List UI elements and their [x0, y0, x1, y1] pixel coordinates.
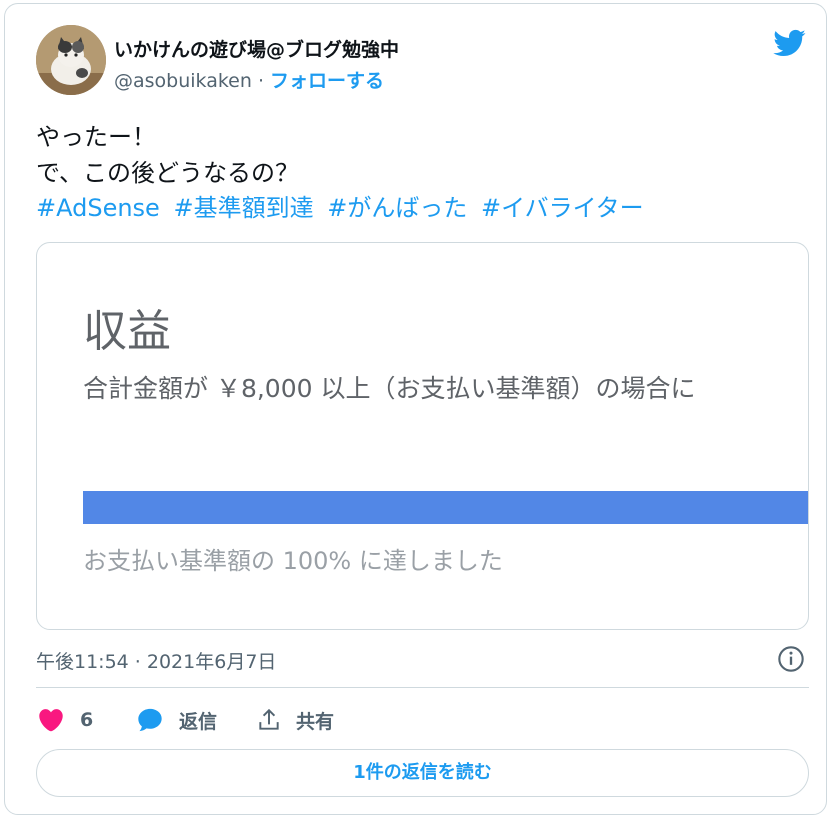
like-count: 6 — [80, 709, 94, 731]
share-button[interactable]: 共有 — [256, 704, 334, 736]
payment-progress-fill — [83, 491, 808, 524]
info-icon[interactable] — [777, 645, 805, 673]
author-display-name[interactable]: いかけんの遊び場@ブログ勉強中 — [114, 35, 399, 62]
avatar[interactable] — [36, 25, 106, 95]
like-button[interactable]: 6 — [36, 704, 93, 736]
divider — [36, 687, 809, 688]
reply-button[interactable]: 返信 — [135, 704, 217, 736]
tweet-timestamp[interactable]: 午後11:54 · 2021年6月7日 — [36, 647, 276, 674]
attached-screenshot[interactable]: 収益 合計金額が ￥8,000 以上（お支払い基準額）の場合に お支払い基準額の… — [36, 242, 809, 630]
hashtag-link[interactable]: #AdSense — [36, 194, 160, 222]
follow-link[interactable]: フォローする — [270, 70, 384, 92]
tweet-text: やったー！ で、この後どうなるの？ — [36, 119, 299, 191]
cat-avatar-image — [36, 25, 106, 95]
tweet-card: いかけんの遊び場@ブログ勉強中 @asobuikaken · フォローする やっ… — [4, 3, 827, 815]
tweet-text-line: やったー！ — [36, 123, 156, 151]
hashtag-link[interactable]: #がんばった — [327, 194, 467, 222]
author-handle-row: @asobuikaken · フォローする — [114, 66, 384, 93]
hashtag-row: #AdSense #基準額到達 #がんばった #イバライター — [36, 191, 650, 225]
revenue-subtitle: 合計金額が ￥8,000 以上（お支払い基準額）の場合に — [83, 374, 696, 403]
share-label: 共有 — [296, 710, 335, 733]
reply-label: 返信 — [179, 710, 218, 733]
progress-status-text: お支払い基準額の 100% に達しました — [83, 547, 503, 575]
heart-icon — [39, 709, 63, 732]
hashtag-link[interactable]: #イバライター — [481, 194, 644, 222]
revenue-title: 収益 — [83, 306, 171, 357]
handle-separator: · — [251, 70, 271, 92]
speech-bubble-icon — [138, 708, 162, 732]
twitter-bird-icon[interactable] — [769, 26, 809, 60]
author-handle[interactable]: @asobuikaken — [114, 70, 252, 92]
hashtag-link[interactable]: #基準額到達 — [173, 194, 313, 222]
share-icon — [259, 708, 279, 730]
tweet-text-line: で、この後どうなるの？ — [36, 159, 300, 187]
read-replies-button[interactable]: 1件の返信を読む — [36, 749, 809, 797]
payment-progress-bar — [83, 491, 808, 524]
